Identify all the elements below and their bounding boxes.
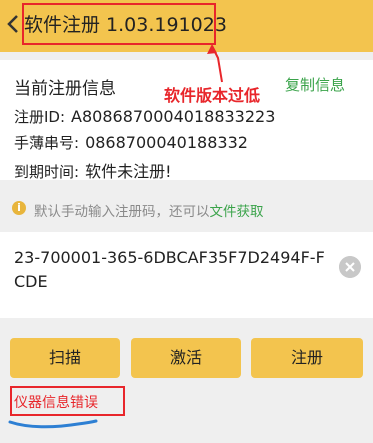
register-button[interactable]: 注册 <box>251 338 363 378</box>
device-serial-label: 手薄串号: <box>14 134 80 152</box>
code-input-card[interactable]: 23-700001-365-6DBCAF35F7D2494F-FCDE <box>0 232 373 318</box>
activate-button[interactable]: 激活 <box>131 338 241 378</box>
device-serial-value: 0868700040188332 <box>85 133 248 152</box>
expiry-label: 到期时间: <box>14 163 80 181</box>
hint-bar: i 默认手动输入注册码，还可以文件获取 <box>0 193 373 225</box>
registration-id-value: A8086870004018833223 <box>71 107 276 126</box>
copy-info-link[interactable]: 复制信息 <box>285 74 345 95</box>
expiry-value: 软件未注册! <box>85 162 172 181</box>
version-annotation: 软件版本过低 <box>164 86 261 105</box>
expiry-row: 到期时间: 软件未注册! <box>14 158 171 182</box>
info-heading: 当前注册信息 <box>14 79 116 99</box>
title-highlight-box <box>22 3 216 45</box>
back-arrow-icon[interactable] <box>4 11 22 37</box>
clear-icon[interactable] <box>339 256 361 278</box>
registration-id-row: 注册ID: A8086870004018833223 <box>14 106 275 127</box>
error-highlight-box <box>10 386 125 416</box>
underline-scribble-icon <box>8 419 98 429</box>
info-icon: i <box>12 201 26 215</box>
registration-code-input[interactable]: 23-700001-365-6DBCAF35F7D2494F-FCDE <box>14 246 334 294</box>
scan-button[interactable]: 扫描 <box>10 338 120 378</box>
hint-text: 默认手动输入注册码，还可以文件获取 <box>34 204 264 220</box>
file-fetch-link[interactable]: 文件获取 <box>210 204 264 220</box>
registration-id-label: 注册ID: <box>14 108 66 126</box>
device-serial-row: 手薄串号: 0868700040188332 <box>14 132 248 153</box>
app-header: 软件注册 1.03.191023 <box>0 0 373 52</box>
registration-info-card: 当前注册信息 复制信息 注册ID: A8086870004018833223 手薄… <box>0 60 373 182</box>
